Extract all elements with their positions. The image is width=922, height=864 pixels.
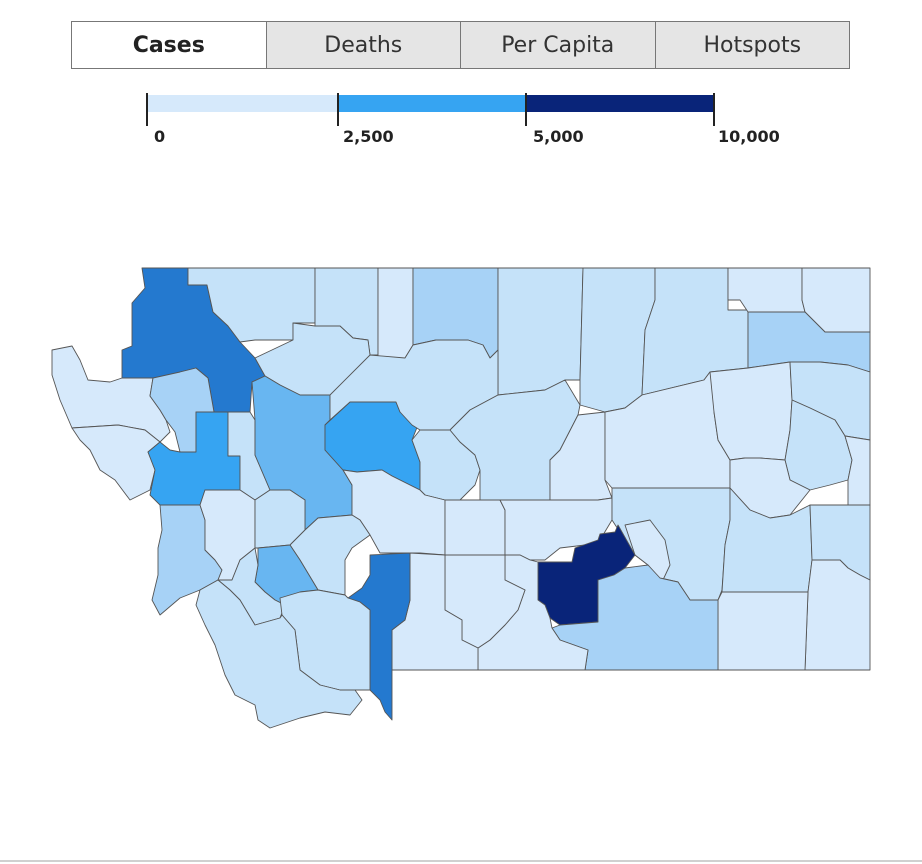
county-region[interactable]: [709, 361, 793, 461]
county-region[interactable]: [727, 267, 806, 313]
montana-county-map: [51, 267, 871, 729]
county-region[interactable]: [444, 499, 506, 556]
page-divider: [0, 860, 922, 862]
county-region[interactable]: [377, 267, 414, 359]
county-region[interactable]: [804, 559, 871, 671]
county-region[interactable]: [71, 424, 161, 501]
county-region[interactable]: [497, 267, 584, 396]
county-region[interactable]: [717, 591, 809, 671]
